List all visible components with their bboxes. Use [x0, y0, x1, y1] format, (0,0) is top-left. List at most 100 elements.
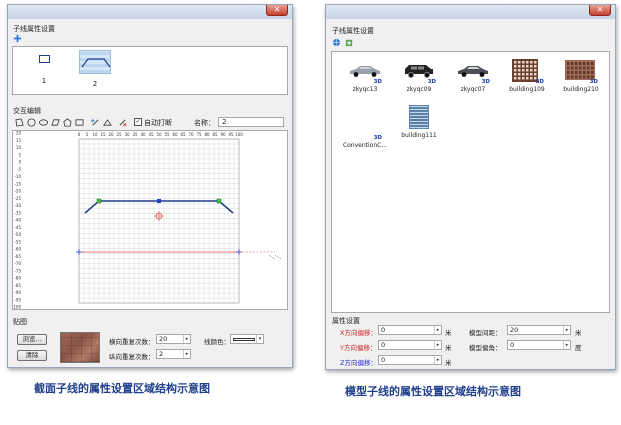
model-3d-tag: 3D — [589, 79, 598, 85]
parallelogram-tool-icon[interactable] — [51, 118, 60, 127]
spacing-value: 20 — [510, 326, 519, 334]
x-tick-label: 60 — [172, 132, 178, 137]
profile-node — [96, 198, 102, 204]
car-model-icon: 3D — [348, 58, 382, 85]
y-tick-label: -85 — [14, 283, 21, 288]
spin-icon[interactable]: ▸ — [434, 356, 441, 364]
model-item[interactable]: 3D ConventionC... — [338, 114, 392, 149]
auto-snap-checkbox[interactable]: ✓ — [134, 118, 142, 126]
x-tick-label: 75 — [196, 132, 202, 137]
globe-icon[interactable] — [332, 38, 341, 47]
angle-value: 0 — [510, 341, 515, 349]
x-offset-unit: 米 — [445, 329, 452, 337]
car-model-icon: 3D — [456, 58, 490, 85]
subline-item-1[interactable]: 1 — [33, 55, 55, 91]
add-icon[interactable] — [13, 34, 22, 43]
y-tick-label: -100 — [13, 305, 21, 310]
model-name: zkyqc07 — [460, 86, 486, 93]
model-3d-tag: 3D — [373, 135, 382, 141]
subline-item-2[interactable]: 2 — [79, 50, 111, 92]
spin-icon[interactable]: ▸ — [563, 326, 570, 334]
model-item[interactable]: 3D zkyqc09 — [392, 58, 446, 93]
y-offset-value: 0 — [381, 341, 386, 349]
angle-label: 模型偏角： — [469, 344, 502, 352]
x-tick-label: 70 — [188, 132, 194, 137]
y-offset-input[interactable]: 0 ▸ — [378, 340, 442, 350]
model-item[interactable]: 3D zkyqc13 — [338, 58, 392, 93]
y-tick-label: -10 — [14, 174, 21, 179]
y-tick-label: -80 — [14, 276, 21, 281]
spacing-input[interactable]: 20 ▸ — [507, 325, 571, 335]
z-offset-value: 0 — [381, 356, 386, 364]
close-button[interactable]: ✕ — [266, 5, 288, 16]
pentagon-tool-icon[interactable] — [63, 118, 72, 127]
model-name: building210 — [563, 86, 599, 93]
x-tick-label: 30 — [124, 132, 130, 137]
anchor-cross — [154, 211, 164, 221]
circle-tool-icon[interactable] — [27, 118, 36, 127]
close-button[interactable]: ✕ — [589, 5, 611, 16]
delete-node-icon[interactable] — [118, 118, 127, 127]
line-color-picker[interactable]: ▾ — [230, 334, 264, 344]
section-grid[interactable]: 0 5 10 15 20 25 30 35 40 45 50 55 60 65 70 75 80 85 90 95 10… — [13, 131, 288, 310]
model-name: zkyqc13 — [352, 86, 378, 93]
v-repeat-input[interactable]: 2 ▸ — [156, 349, 191, 359]
edit-node-icon[interactable] — [103, 118, 112, 127]
x-tick-label: 85 — [212, 132, 218, 137]
angle-input[interactable]: 0 ▸ — [507, 340, 571, 350]
spin-icon[interactable]: ▸ — [183, 335, 190, 343]
h-repeat-input[interactable]: 20 ▸ — [156, 334, 191, 344]
h-repeat-value: 20 — [159, 335, 168, 343]
x-tick-label: 25 — [116, 132, 122, 137]
y-tick-label: 15 — [16, 138, 22, 143]
rect-shape-icon — [38, 55, 50, 63]
car-model-icon: 3D — [402, 58, 436, 85]
name-value: 2 — [222, 118, 227, 126]
model-name: ConventionC... — [342, 142, 388, 149]
edit-toolbar: ✓ 自动打断 名称： 2 — [12, 117, 288, 129]
ellipse-tool-icon[interactable] — [39, 118, 48, 127]
name-input[interactable]: 2 — [218, 117, 284, 127]
spin-icon[interactable]: ▸ — [183, 350, 190, 358]
x-tick-label: 95 — [228, 132, 234, 137]
x-tick-label: 50 — [156, 132, 162, 137]
name-label: 名称： — [194, 119, 215, 127]
spin-icon[interactable]: ▸ — [563, 341, 570, 349]
model-item[interactable]: 3D building210 — [554, 58, 608, 93]
spacing-label: 模型间距： — [469, 329, 502, 337]
x-offset-input[interactable]: 0 ▸ — [378, 325, 442, 335]
add-model-icon[interactable] — [345, 38, 354, 47]
z-offset-input[interactable]: 0 ▸ — [378, 355, 442, 365]
x-tick-label: 90 — [220, 132, 226, 137]
chevron-down-icon[interactable]: ▾ — [256, 335, 263, 343]
model-item[interactable]: building111 — [392, 104, 446, 139]
spin-icon[interactable]: ▸ — [434, 326, 441, 334]
right-caption: 模型子线的属性设置区域结构示意图 — [345, 385, 521, 398]
y-tick-label: -25 — [14, 196, 21, 201]
section-canvas[interactable]: 0 5 10 15 20 25 30 35 40 45 50 55 60 65 70 75 80 85 90 95 10… — [12, 130, 288, 310]
y-tick-label: -60 — [14, 247, 21, 252]
spacing-unit: 米 — [575, 329, 582, 337]
subline-list: 1 2 — [12, 46, 288, 95]
model-3d-tag: 3D — [427, 79, 436, 85]
polygon-tool-icon[interactable] — [15, 118, 24, 127]
angle-unit: 度 — [575, 344, 582, 352]
browse-button[interactable]: 浏览... — [17, 334, 47, 345]
spin-icon[interactable]: ▸ — [434, 341, 441, 349]
auto-snap-label: 自动打断 — [144, 119, 172, 127]
rectangle-tool-icon[interactable] — [75, 118, 84, 127]
building-model-icon — [402, 104, 436, 130]
axis-node-left — [76, 249, 82, 255]
v-repeat-label: 纵向重复次数： — [109, 353, 155, 361]
model-3d-tag: 3D — [373, 79, 382, 85]
model-item[interactable]: 3D zkyqc07 — [446, 58, 500, 93]
x-tick-label: 65 — [180, 132, 186, 137]
building-model-icon: 3D — [564, 58, 598, 85]
z-offset-label: Z方向偏移： — [340, 359, 377, 367]
y-offset-unit: 米 — [445, 344, 452, 352]
add-node-icon[interactable] — [91, 118, 100, 127]
model-item[interactable]: 3D building109 — [500, 58, 554, 93]
profile-node — [216, 198, 222, 204]
x-tick-label: 100 — [235, 132, 243, 137]
clear-button[interactable]: 清除 — [17, 350, 47, 361]
